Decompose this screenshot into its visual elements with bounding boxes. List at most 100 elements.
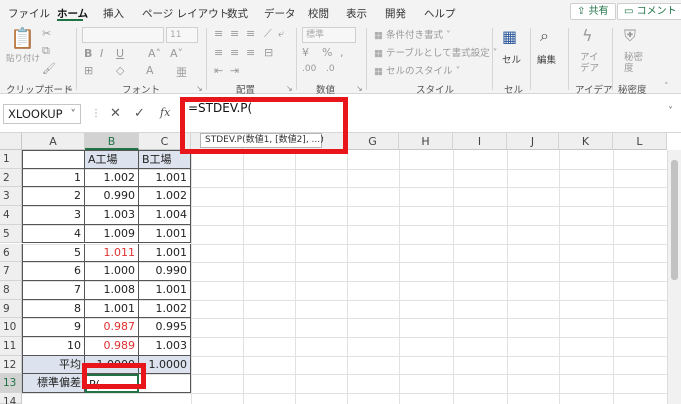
table-cell[interactable]: 0.990: [139, 262, 191, 281]
active-cell-b13[interactable]: P(: [85, 374, 139, 394]
worksheet-grid[interactable]: A B C D E F G H I J K L 1 2 3 4 5 6 7 8 …: [0, 133, 681, 404]
column-header-j[interactable]: J: [507, 133, 559, 150]
underline-icon[interactable]: U: [116, 47, 124, 60]
borders-icon[interactable]: ⊞: [84, 64, 93, 77]
format-as-table-button[interactable]: ▦ テーブルとして書式設定 ˅: [374, 45, 497, 59]
table-cell[interactable]: 0.995: [139, 318, 191, 337]
table-cell[interactable]: 1.000: [85, 262, 139, 281]
cells-icon[interactable]: ▦: [502, 27, 517, 46]
row-header[interactable]: 4: [0, 206, 22, 225]
column-header-g[interactable]: G: [347, 133, 399, 150]
tab-review[interactable]: 校閲: [308, 6, 329, 21]
table-cell-highlighted[interactable]: 0.987: [85, 318, 139, 337]
fill-color-icon[interactable]: ◇: [116, 64, 124, 77]
row-header[interactable]: 10: [0, 318, 22, 337]
tab-developer[interactable]: 開発: [385, 6, 406, 21]
select-all-button[interactable]: [0, 133, 22, 150]
table-cell-highlighted[interactable]: 1.011: [85, 243, 139, 263]
table-cell[interactable]: 6: [22, 262, 85, 281]
tab-insert[interactable]: 挿入: [103, 6, 124, 21]
expand-formula-bar-icon[interactable]: ˅: [668, 106, 673, 117]
insert-function-icon[interactable]: fx: [160, 106, 170, 119]
tab-page-layout[interactable]: ページ レイアウト: [142, 6, 229, 21]
percent-icon[interactable]: %: [322, 46, 332, 59]
table-cell[interactable]: 4: [22, 224, 85, 244]
cell-a1[interactable]: [22, 150, 85, 169]
average-label[interactable]: 平均: [22, 355, 85, 375]
phonetic-icon[interactable]: 亜: [176, 64, 187, 80]
row-header[interactable]: 2: [0, 168, 22, 188]
std-dev-label[interactable]: 標準偏差: [22, 374, 85, 394]
align-top-icon[interactable]: ≡: [214, 27, 223, 40]
sensitivity-button-label[interactable]: 秘密 度: [624, 52, 648, 74]
vertical-scrollbar[interactable]: [667, 150, 681, 404]
align-left-icon[interactable]: ≡: [214, 46, 223, 59]
table-cell[interactable]: 1.002: [85, 168, 139, 188]
formula-input[interactable]: =STDEV.P(: [188, 101, 658, 119]
column-header-k[interactable]: K: [559, 133, 613, 150]
table-cell[interactable]: 8: [22, 299, 85, 319]
column-header-i[interactable]: I: [453, 133, 507, 150]
cell-c13[interactable]: [139, 374, 191, 394]
italic-icon[interactable]: I: [100, 47, 103, 60]
table-cell[interactable]: 1.002: [139, 299, 191, 319]
ideas-icon[interactable]: ϟ: [582, 26, 593, 45]
column-header-a[interactable]: A: [22, 133, 85, 150]
shrink-font-icon[interactable]: A˅: [170, 47, 183, 60]
table-cell[interactable]: 1.001: [139, 168, 191, 188]
row-header[interactable]: 5: [0, 224, 22, 244]
table-cell[interactable]: 1.009: [85, 224, 139, 244]
row-header-selected[interactable]: 13: [0, 374, 22, 394]
orientation-icon[interactable]: ⟋: [264, 27, 272, 41]
font-size-select[interactable]: 11: [166, 27, 198, 43]
conditional-formatting-button[interactable]: ▦ 条件付き書式 ˅: [374, 27, 451, 41]
row-header[interactable]: 6: [0, 243, 22, 263]
editing-button-label[interactable]: 編集: [537, 52, 556, 66]
cell-styles-button[interactable]: ▦ セルのスタイル ˅: [374, 63, 460, 77]
font-launcher-icon[interactable]: ↘: [196, 84, 203, 93]
table-cell[interactable]: 10: [22, 337, 85, 356]
clipboard-launcher-icon[interactable]: ↘: [66, 84, 73, 93]
table-cell[interactable]: 1.001: [139, 243, 191, 263]
table-cell[interactable]: 9: [22, 318, 85, 337]
table-cell[interactable]: 1.004: [139, 206, 191, 225]
decrease-decimal-icon[interactable]: .0: [326, 64, 335, 74]
currency-icon[interactable]: ¥: [302, 46, 309, 59]
name-box[interactable]: XLOOKUP ˅: [3, 104, 81, 124]
cells-button-label[interactable]: セル: [502, 52, 521, 66]
column-header-b[interactable]: B: [85, 133, 139, 150]
table-cell[interactable]: 5: [22, 243, 85, 263]
collapse-ribbon-icon[interactable]: ˄: [664, 82, 669, 92]
align-middle-icon[interactable]: ≡: [230, 27, 239, 40]
enter-icon[interactable]: ✓: [134, 106, 145, 121]
merge-center-icon[interactable]: ⊟: [264, 46, 273, 59]
table-cell[interactable]: 3: [22, 206, 85, 225]
column-header-l[interactable]: L: [613, 133, 667, 150]
tab-formulas[interactable]: 数式: [227, 6, 248, 21]
comma-style-icon[interactable]: ,: [340, 46, 344, 59]
alignment-launcher-icon[interactable]: ↘: [286, 84, 293, 93]
row-header[interactable]: 3: [0, 187, 22, 207]
increase-decimal-icon[interactable]: .00: [302, 64, 316, 74]
table-cell[interactable]: 1.001: [139, 280, 191, 300]
align-right-icon[interactable]: ≡: [246, 46, 255, 59]
find-icon[interactable]: ⌕: [540, 26, 549, 46]
row-header[interactable]: 14: [0, 393, 22, 404]
align-bottom-icon[interactable]: ≡: [246, 27, 255, 40]
decrease-indent-icon[interactable]: ⇤: [214, 64, 223, 77]
table-cell[interactable]: 1.001: [139, 224, 191, 244]
number-format-select[interactable]: 標準: [302, 27, 356, 43]
table-cell[interactable]: 1.008: [85, 280, 139, 300]
row-header[interactable]: 8: [0, 280, 22, 300]
format-painter-icon[interactable]: 🖌: [42, 62, 56, 75]
table-cell[interactable]: 0.990: [85, 187, 139, 207]
cancel-icon[interactable]: ✕: [110, 106, 121, 121]
share-button[interactable]: ⇪ 共有: [570, 3, 616, 20]
table-cell[interactable]: 7: [22, 280, 85, 300]
align-center-icon[interactable]: ≡: [230, 46, 239, 59]
sensitivity-icon[interactable]: ⛨: [624, 26, 636, 46]
table-cell[interactable]: 1.003: [85, 206, 139, 225]
column-header-c[interactable]: C: [139, 133, 191, 150]
row-header[interactable]: 1: [0, 150, 22, 169]
column-header-h[interactable]: H: [399, 133, 453, 150]
